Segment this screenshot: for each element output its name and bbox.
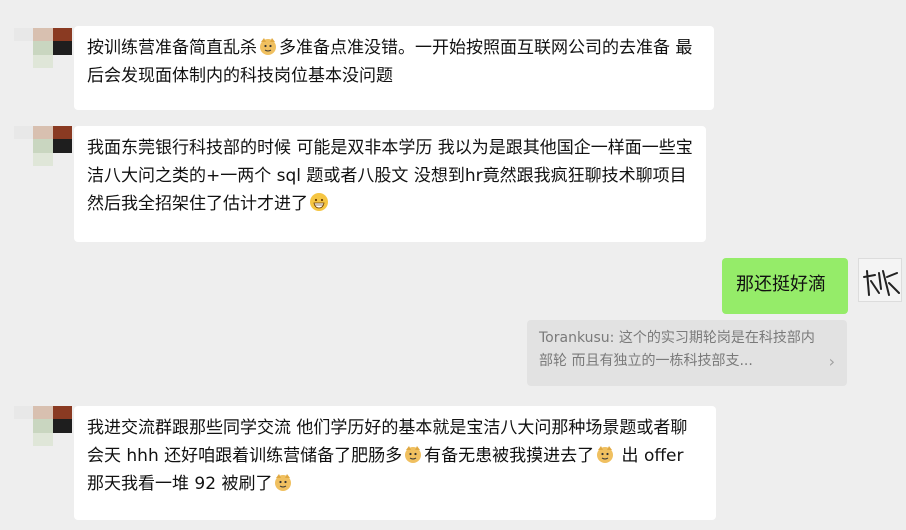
avatar[interactable] — [14, 126, 72, 166]
message-bubble[interactable]: 按训练营准备简直乱杀 多准备点准没错。一开始按照面互联网公司的去准备 最后会发现面… — [74, 26, 714, 110]
message-bubble[interactable]: 我面东莞银行科技部的时候 可能是双非本学历 我以为是跟其他国企一样面一些宝洁八大… — [74, 126, 706, 242]
my-message-bubble[interactable]: 那还挺好滴 — [722, 258, 848, 314]
doge-emoji — [260, 38, 276, 55]
message-text: 按训练营准备简直乱杀 — [87, 38, 257, 58]
doge-emoji — [405, 446, 422, 463]
message-bubble[interactable]: 我进交流群跟那些同学交流 他们学历好的基本就是宝洁八大问那种场景题或者聊会天 h… — [74, 406, 716, 520]
doge-emoji — [597, 446, 614, 463]
quote-text: Torankusu: 这个的实习期轮岗是在科技部内部轮 而且有独立的一栋科技部支… — [539, 330, 815, 369]
doge-emoji — [275, 474, 292, 491]
message-text: 有备无患被我摸进去了 — [424, 446, 595, 466]
message-text: 我面东莞银行科技部的时候 可能是双非本学历 我以为是跟其他国企一样面一些宝洁八大… — [87, 138, 693, 214]
my-avatar[interactable] — [858, 258, 902, 302]
chevron-right-icon[interactable]: › — [829, 350, 835, 373]
chat-window: 按训练营准备简直乱杀 多准备点准没错。一开始按照面互联网公司的去准备 最后会发现面… — [0, 0, 906, 530]
message-text: 那还挺好滴 — [736, 274, 826, 295]
avatar[interactable] — [14, 28, 72, 68]
quoted-message[interactable]: Torankusu: 这个的实习期轮岗是在科技部内部轮 而且有独立的一栋科技部支… — [527, 320, 847, 386]
grin-emoji — [310, 193, 328, 211]
signature-avatar-icon — [863, 270, 900, 296]
avatar[interactable] — [14, 406, 72, 446]
